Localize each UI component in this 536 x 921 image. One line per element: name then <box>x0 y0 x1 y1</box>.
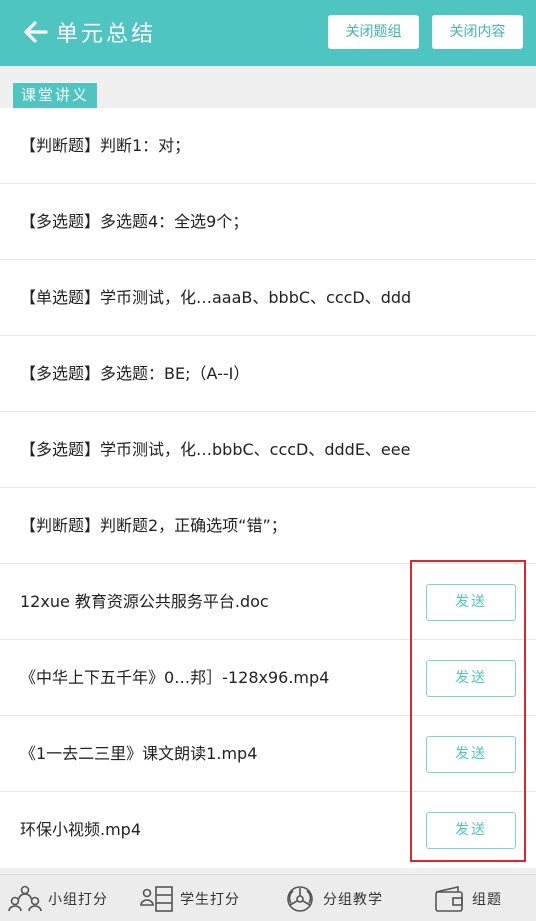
list-item[interactable]: 【多选题】多选题4：全选9个； <box>0 184 536 260</box>
student-list-icon <box>140 885 173 912</box>
list-item[interactable]: 【判断题】判断题2，正确选项“错”； <box>0 488 536 564</box>
file-item: 12xue 教育资源公共服务平台.doc 发送 <box>0 564 536 640</box>
question-text: 【多选题】学币测试，化…bbbC、cccD、dddE、eee <box>20 440 411 459</box>
file-item: 《1一去二三里》课文朗读1.mp4 发送 <box>0 716 536 792</box>
bottom-nav: 小组打分 学生打分 分组教学 组题 <box>0 874 536 921</box>
tab-label: 分组教学 <box>323 891 383 908</box>
question-text: 【单选题】学币测试，化…aaaB、bbbC、cccD、ddd <box>20 288 412 307</box>
question-text: 【多选题】多选题：BE;（A--I） <box>20 364 250 383</box>
list-item[interactable]: 【单选题】学币测试，化…aaaB、bbbC、cccD、ddd <box>0 260 536 336</box>
group-teaching-icon <box>287 885 313 912</box>
question-text: 【多选题】多选题4：全选9个； <box>20 212 249 231</box>
send-button[interactable]: 发送 <box>426 736 516 773</box>
app-header: 单元总结 关闭题组 关闭内容 <box>0 0 536 66</box>
send-button[interactable]: 发送 <box>426 660 516 697</box>
file-name: 《1一去二三里》课文朗读1.mp4 <box>20 744 258 763</box>
page-title: 单元总结 <box>56 22 157 47</box>
question-text: 【判断题】判断1：对； <box>20 136 191 155</box>
tab-label: 组题 <box>472 891 502 908</box>
file-item: 环保小视频.mp4 发送 <box>0 792 536 868</box>
section-tag: 课堂讲义 <box>13 83 98 108</box>
close-group-button[interactable]: 关闭题组 <box>328 15 419 49</box>
wallet-icon <box>435 885 463 912</box>
tab-student-score[interactable]: 学生打分 <box>140 875 240 921</box>
list-item[interactable]: 【多选题】多选题：BE;（A--I） <box>0 336 536 412</box>
tab-label: 小组打分 <box>48 891 108 908</box>
content-list: 【判断题】判断1：对； 【多选题】多选题4：全选9个； 【单选题】学币测试，化…… <box>0 108 536 868</box>
back-arrow-icon[interactable] <box>22 18 50 46</box>
file-name: 环保小视频.mp4 <box>20 820 142 839</box>
tab-label: 学生打分 <box>180 891 240 908</box>
tab-group-teaching[interactable]: 分组教学 <box>283 875 383 921</box>
send-button[interactable]: 发送 <box>426 812 516 849</box>
group-people-icon <box>8 885 42 911</box>
close-content-button[interactable]: 关闭内容 <box>432 15 523 49</box>
file-name: 《中华上下五千年》0…邦］-128x96.mp4 <box>20 668 330 687</box>
tab-compose-questions[interactable]: 组题 <box>432 875 502 921</box>
list-item[interactable]: 【多选题】学币测试，化…bbbC、cccD、dddE、eee <box>0 412 536 488</box>
question-text: 【判断题】判断题2，正确选项“错”； <box>20 516 287 535</box>
list-item[interactable]: 【判断题】判断1：对； <box>0 108 536 184</box>
file-name: 12xue 教育资源公共服务平台.doc <box>20 592 269 611</box>
tab-group-score[interactable]: 小组打分 <box>8 875 108 921</box>
send-button[interactable]: 发送 <box>426 584 516 621</box>
file-item: 《中华上下五千年》0…邦］-128x96.mp4 发送 <box>0 640 536 716</box>
